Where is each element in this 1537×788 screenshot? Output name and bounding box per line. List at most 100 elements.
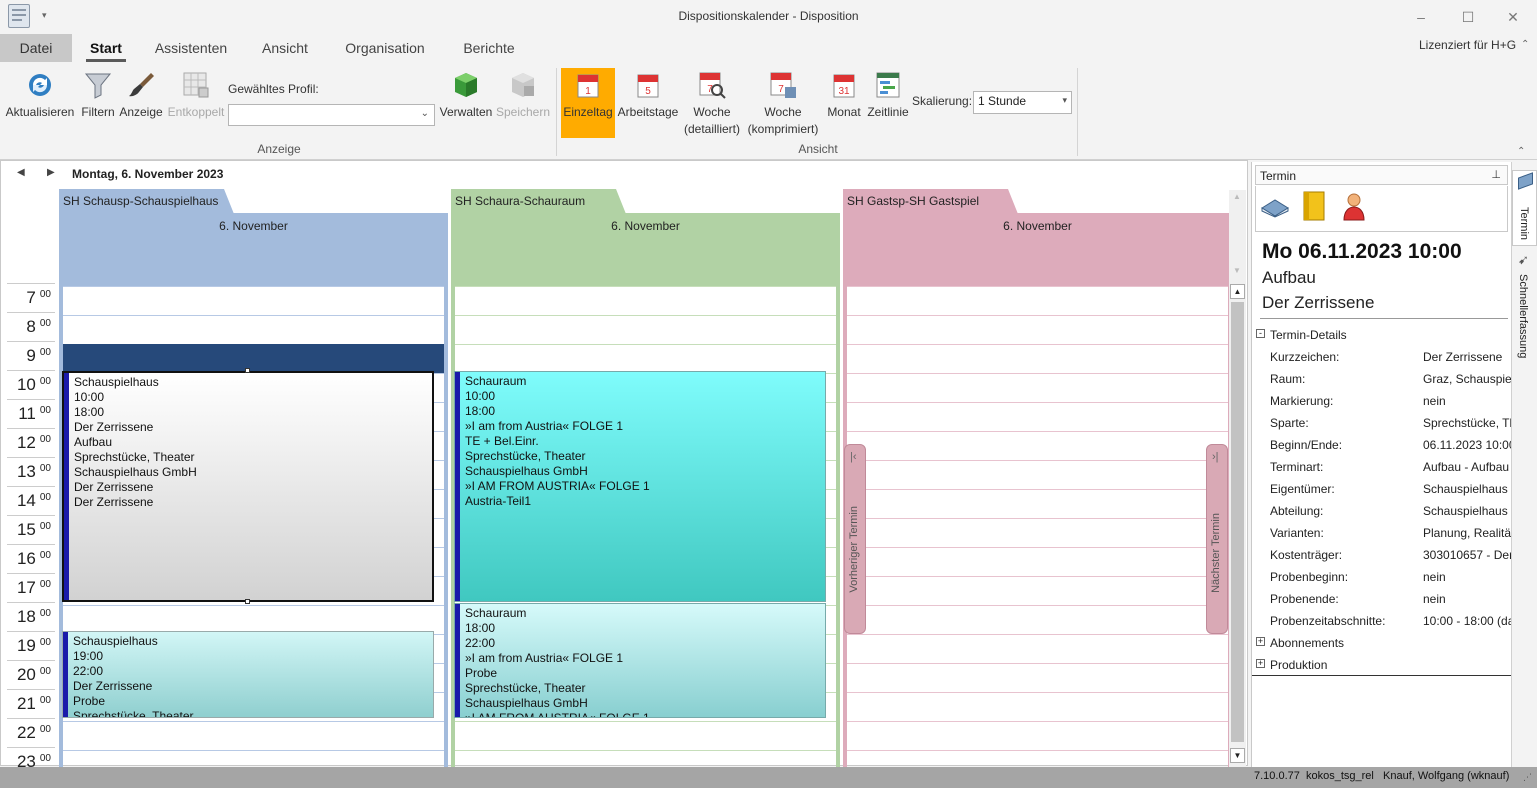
zeitlinie-button[interactable]: Zeitlinie: [866, 70, 910, 121]
profile-label: Gewähltes Profil:: [228, 82, 319, 96]
einzeltag-button[interactable]: 1 Einzeltag: [561, 68, 615, 138]
abonnements-section-label[interactable]: Abonnements: [1270, 636, 1344, 650]
book-closed-icon[interactable]: [1300, 190, 1328, 222]
slot-line: [847, 373, 1228, 374]
slot-line: [847, 750, 1228, 751]
entkoppelt-button[interactable]: Entkoppelt: [166, 70, 226, 121]
appointment-line: »I AM FROM AUSTRIA« FOLGE 1: [465, 711, 650, 718]
pin-icon[interactable]: ⊥: [1491, 168, 1501, 181]
detail-key: Abteilung:: [1270, 504, 1324, 518]
tab-ansicht[interactable]: Ansicht: [254, 34, 316, 62]
person-icon[interactable]: [1340, 190, 1368, 222]
slot-line: [455, 315, 836, 316]
selected-time-slot[interactable]: [63, 344, 444, 373]
expand-icon[interactable]: +: [1256, 637, 1265, 646]
detail-value: Schauspielhaus G: [1423, 482, 1511, 496]
detail-value: Schauspielhaus G: [1423, 504, 1511, 518]
woche-detailliert-button[interactable]: 7 Woche (detailliert): [680, 70, 744, 138]
slot-line: [847, 692, 1228, 693]
profile-select[interactable]: ⌄: [228, 104, 435, 126]
book-open-icon[interactable]: [1260, 194, 1290, 218]
column-day-body[interactable]: 6. November: [843, 213, 1232, 780]
svg-text:5: 5: [645, 86, 651, 97]
collapse-icon[interactable]: -: [1256, 329, 1265, 338]
ribbon-collapse-icon[interactable]: ⌃: [1521, 39, 1529, 50]
detail-value: Graz, Schauspielh: [1423, 372, 1511, 386]
appointment-schauraum-te[interactable]: Schauraum 10:00 18:00 »I am from Austria« F…: [454, 371, 826, 602]
appointment-line: Der Zerrissene: [74, 480, 154, 494]
resize-handle-top[interactable]: [245, 368, 250, 373]
detail-key: Eigentümer:: [1270, 482, 1335, 496]
tab-datei[interactable]: Datei: [0, 34, 72, 62]
close-button[interactable]: ✕: [1503, 8, 1523, 26]
appointment-line: Der Zerrissene: [74, 420, 154, 434]
status-bar: 7.10.0.77 kokos_tsg_rel Knauf, Wolfgang …: [0, 767, 1537, 788]
slot-line: [455, 344, 836, 345]
side-tab-termin[interactable]: Termin: [1512, 170, 1537, 246]
previous-appointment-tab[interactable]: |‹ Vorheriger Termin: [844, 444, 866, 634]
column-header-tab[interactable]: SH Schausp-Schauspielhaus: [59, 189, 234, 214]
produktion-section-label[interactable]: Produktion: [1270, 658, 1327, 672]
appointment-schauspielhaus-aufbau[interactable]: Schauspielhaus 10:00 18:00 Der Zerrissene Au…: [62, 371, 434, 602]
woche-detailliert-label: Woche: [693, 105, 731, 119]
aktualisieren-button[interactable]: Aktualisieren: [4, 70, 76, 121]
detail-value: nein: [1423, 592, 1446, 606]
appointment-type: Aufbau: [1262, 268, 1316, 287]
resize-grip-icon[interactable]: ⋰: [1523, 772, 1532, 783]
arbeitstage-button[interactable]: 5 Arbeitstage: [616, 70, 680, 121]
appointment-line: 22:00: [465, 636, 496, 650]
scroll-thumb[interactable]: [1231, 302, 1244, 742]
woche-komprimiert-button[interactable]: 7 Woche (komprimiert): [745, 70, 821, 138]
detail-value: 303010657 - Der Z: [1423, 548, 1511, 562]
appointment-line: »I am from Austria« FOLGE 1: [465, 651, 624, 665]
scroll-down-icon[interactable]: ▼: [1230, 748, 1245, 763]
detail-key: Kurzzeichen:: [1270, 350, 1340, 364]
resize-handle-bottom[interactable]: [245, 599, 250, 604]
column-day-title: 6. November: [63, 216, 444, 286]
maximize-button[interactable]: ☐: [1458, 8, 1478, 26]
minimize-button[interactable]: –: [1411, 8, 1431, 26]
appointment-schauspielhaus-probe[interactable]: Schauspielhaus 19:00 22:00 Der Zerrissene Pr…: [62, 631, 434, 718]
status-version: 7.10.0.77: [1254, 770, 1300, 782]
monat-button[interactable]: 31 Monat: [823, 70, 865, 121]
prev-day-arrow-icon[interactable]: ◀: [17, 167, 25, 178]
slot-line: [847, 518, 1228, 519]
appointment-line: 19:00: [73, 649, 104, 663]
license-label: Lizenziert für H+G: [1419, 38, 1517, 52]
tab-organisation[interactable]: Organisation: [336, 34, 434, 62]
column-day-title: 6. November: [455, 216, 836, 286]
side-tab-schnellerfassung[interactable]: ➹ Schnellerfassung: [1512, 250, 1537, 370]
ribbon-up-icon[interactable]: ⌃: [1517, 146, 1525, 157]
previous-appointment-label: Vorheriger Termin: [848, 506, 860, 593]
scroll-up-disabled-icon: ▲: [1233, 192, 1241, 201]
appointment-line: Sprechstücke, Theater: [74, 450, 195, 464]
scale-select[interactable]: 1 Stunde ▾: [973, 91, 1072, 114]
speichern-button[interactable]: Speichern: [495, 70, 551, 121]
appointment-line: TE + Bel.Einr.: [465, 434, 539, 448]
anzeige-button[interactable]: Anzeige: [118, 70, 164, 121]
slot-line: [847, 576, 1228, 577]
verwalten-button[interactable]: Verwalten: [438, 70, 494, 121]
scroll-up-icon[interactable]: ▲: [1230, 284, 1245, 299]
detail-value: Sprechstücke, Th: [1423, 416, 1511, 430]
ansicht-group-label: Ansicht: [798, 142, 838, 156]
column-header-tab[interactable]: SH Schaura-Schauraum: [451, 189, 626, 214]
next-day-arrow-icon[interactable]: ▶: [47, 167, 55, 178]
tab-start[interactable]: Start: [80, 34, 132, 62]
appointment-line: Schauspielhaus GmbH: [74, 465, 197, 479]
appointment-line: 10:00: [465, 389, 496, 403]
tab-berichte[interactable]: Berichte: [455, 34, 523, 62]
column-header-tab[interactable]: SH Gastsp-SH Gastspiel: [843, 189, 1018, 214]
filter-icon: [83, 70, 113, 100]
zeitlinie-label: Zeitlinie: [867, 105, 909, 119]
details-section-label[interactable]: Termin-Details: [1270, 328, 1347, 342]
tab-assistenten[interactable]: Assistenten: [148, 34, 234, 62]
appointment-schauraum-probe[interactable]: Schauraum 18:00 22:00 »I am from Austria« F…: [454, 603, 826, 718]
next-appointment-tab[interactable]: ›| Nächster Termin: [1206, 444, 1228, 634]
expand-icon[interactable]: +: [1256, 659, 1265, 668]
calendar-scrollbar[interactable]: ▲ ▼ ▲ ▼: [1229, 190, 1246, 767]
appointment-line: Schauspielhaus: [74, 375, 159, 389]
filtern-button[interactable]: Filtern: [78, 70, 118, 121]
appointment-heading: Mo 06.11.2023 10:00: [1262, 240, 1462, 263]
appointment-line: 18:00: [465, 621, 496, 635]
